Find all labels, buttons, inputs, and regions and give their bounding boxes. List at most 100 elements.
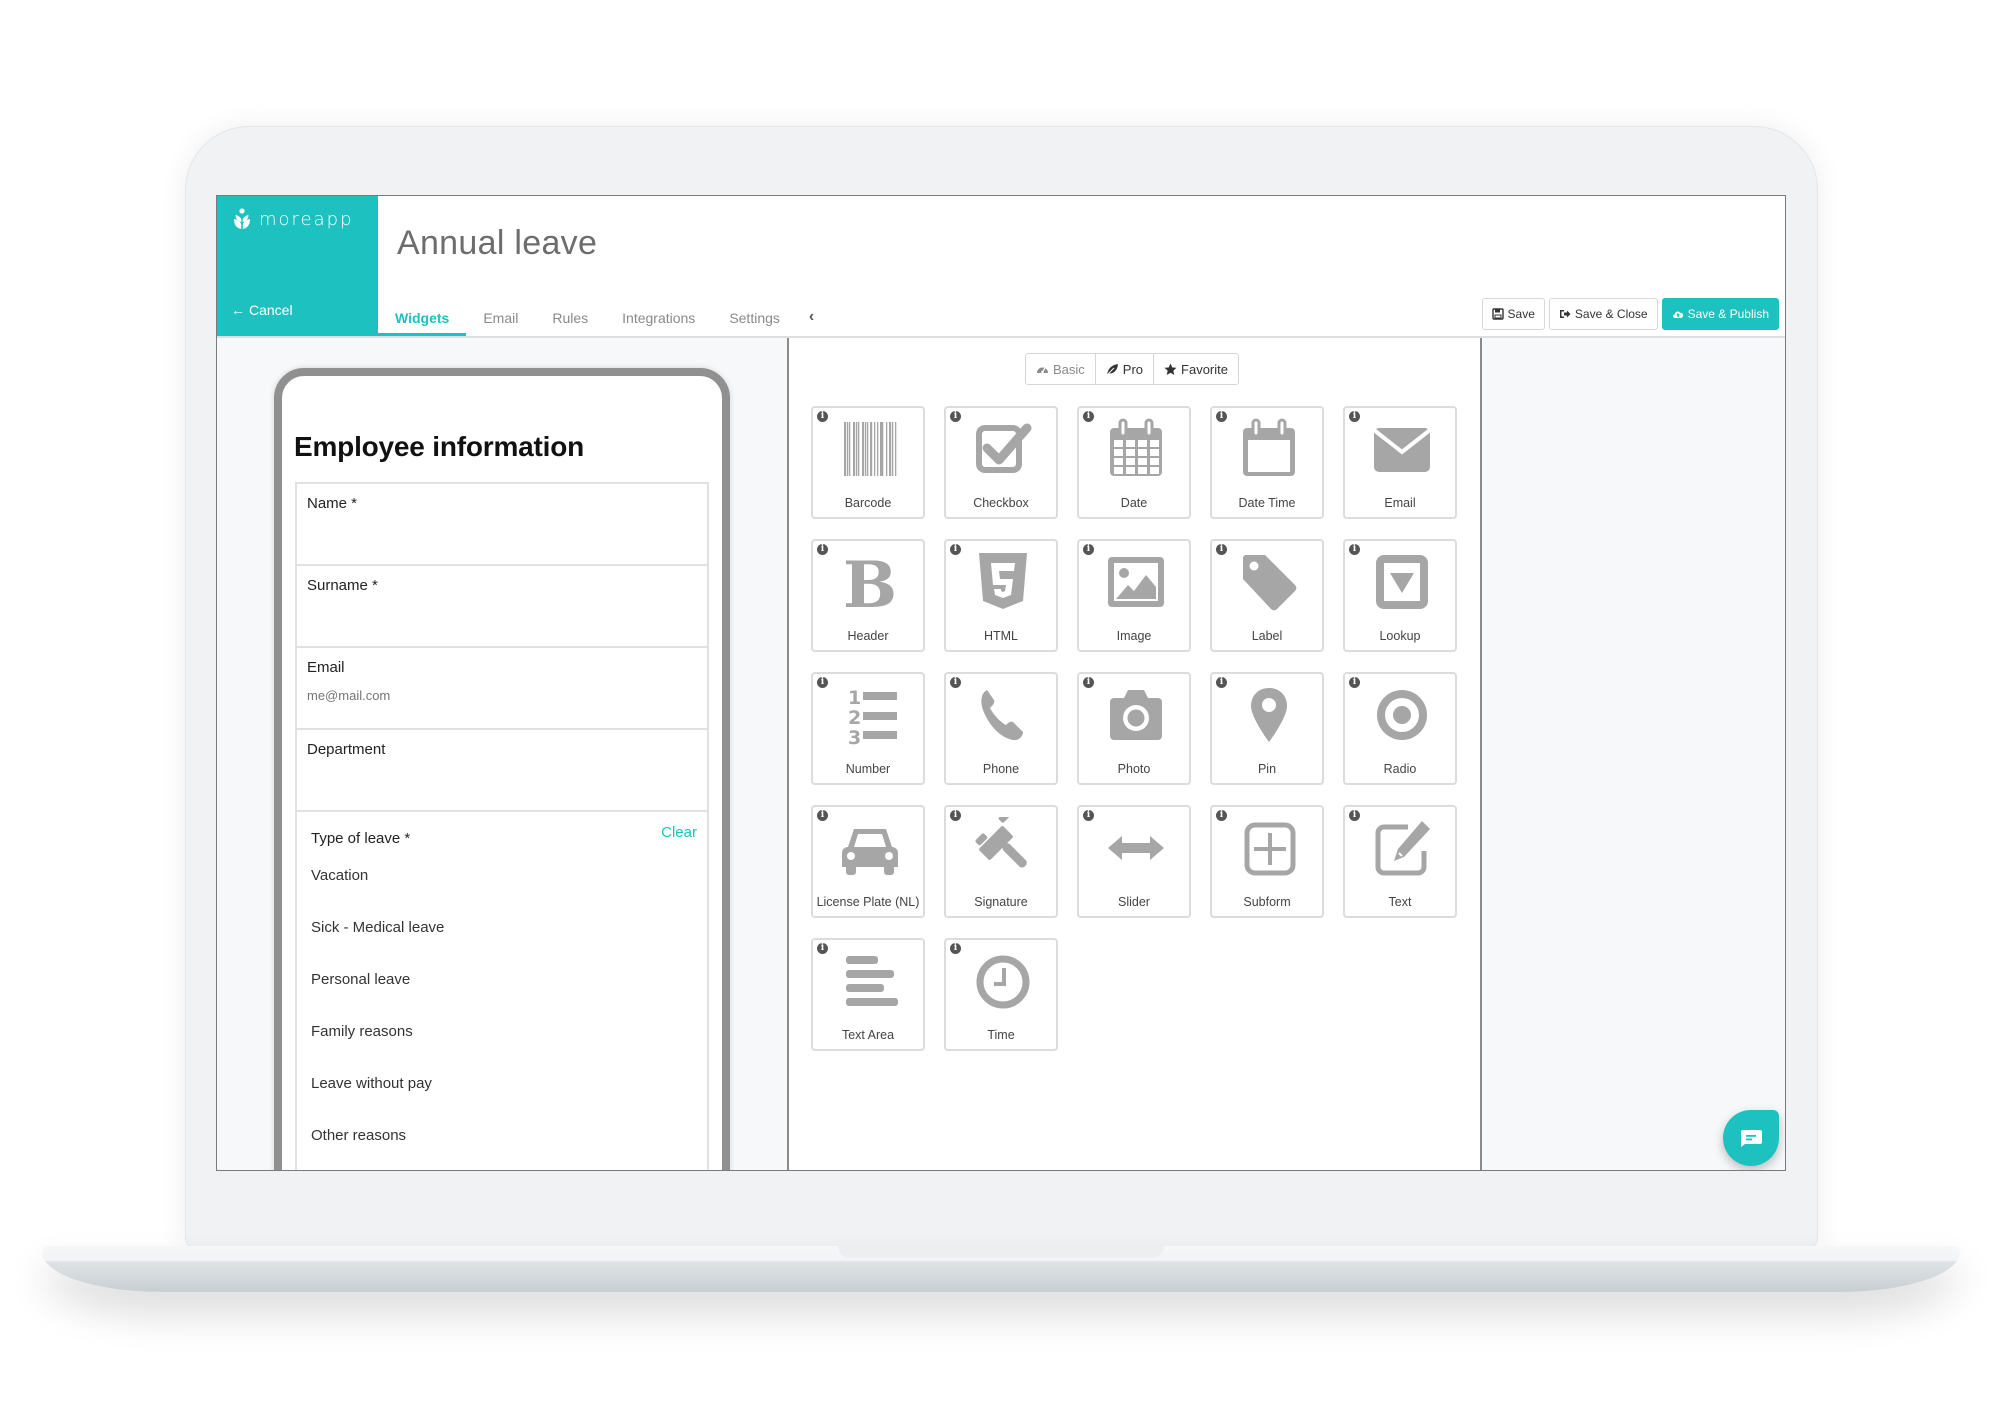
radio-option[interactable]: Other reasons [311, 1107, 693, 1159]
widget-tile-label: Text Area [841, 1028, 895, 1042]
save-publish-button[interactable]: Save & Publish [1661, 298, 1779, 330]
tag-icon [1243, 555, 1297, 611]
widget-tile-label: Slider [1118, 895, 1150, 909]
cancel-label: Cancel [249, 302, 293, 318]
chevron-left-icon[interactable]: ‹ [797, 302, 822, 336]
numbered-list-icon: 123 [848, 687, 897, 746]
widget-tile-date-time[interactable]: i Date Time [1210, 406, 1324, 519]
map-pin-icon [1251, 688, 1287, 742]
checkbox-icon [976, 423, 1032, 473]
widget-tile-lookup[interactable]: i Lookup [1343, 539, 1457, 652]
widget-tile-radio[interactable]: i Radio [1343, 672, 1457, 785]
widget-tile-photo[interactable]: i Photo [1077, 672, 1191, 785]
info-icon[interactable]: i [950, 411, 961, 422]
field-department[interactable]: Department [297, 730, 707, 812]
cancel-button[interactable]: ← Cancel [231, 302, 293, 318]
preview-form-title: Employee information [294, 431, 585, 462]
category-label: Basic [1053, 361, 1085, 377]
info-icon[interactable]: i [1216, 677, 1227, 688]
info-icon[interactable]: i [1216, 411, 1227, 422]
radio-option[interactable]: Sick - Medical leave [311, 899, 693, 951]
widget-tile-label: Header [847, 629, 889, 643]
field-name[interactable]: Name * [297, 484, 707, 566]
email-input[interactable] [307, 688, 697, 703]
widget-tile-image[interactable]: i Image [1077, 539, 1191, 652]
info-icon[interactable]: i [950, 677, 961, 688]
widget-tile-label: Date [1120, 496, 1148, 510]
tab-settings[interactable]: Settings [712, 302, 797, 336]
radio-group-label: Type of leave * [311, 830, 411, 847]
widget-tile-signature[interactable]: i Signature [944, 805, 1058, 918]
category-basic[interactable]: Basic [1026, 354, 1096, 384]
field-label: Email [307, 659, 345, 676]
calendar-icon [1110, 418, 1162, 476]
widget-tile-label: Time [987, 1028, 1015, 1042]
info-icon[interactable]: i [817, 810, 828, 821]
widget-tile-subform[interactable]: i Subform [1210, 805, 1324, 918]
info-icon[interactable]: i [950, 810, 961, 821]
clear-button[interactable]: Clear [661, 824, 697, 841]
widget-tile-barcode[interactable]: i Barcode [811, 406, 925, 519]
widget-tile-license-plate-nl[interactable]: i License Plate (NL) [811, 805, 925, 918]
info-icon[interactable]: i [817, 943, 828, 954]
widget-tile-header[interactable]: i B Header [811, 539, 925, 652]
name-input[interactable] [307, 524, 697, 539]
widget-tile-date[interactable]: i Date [1077, 406, 1191, 519]
widget-tile-text-area[interactable]: i Text Area [811, 938, 925, 1051]
tab-email[interactable]: Email [466, 302, 535, 336]
tab-widgets[interactable]: Widgets [378, 302, 467, 336]
info-icon[interactable]: i [1083, 810, 1094, 821]
info-icon[interactable]: i [950, 943, 961, 954]
widget-tile-pin[interactable]: i Pin [1210, 672, 1324, 785]
widget-tile-email[interactable]: i Email [1343, 406, 1457, 519]
brand-panel: moreapp ← Cancel [217, 196, 378, 336]
widget-tile-label: Radio [1383, 762, 1417, 776]
save-close-button[interactable]: Save & Close [1548, 298, 1658, 330]
radio-option[interactable]: Leave without pay [311, 1055, 693, 1107]
department-input[interactable] [307, 770, 697, 785]
widget-tile-checkbox[interactable]: i Checkbox [944, 406, 1058, 519]
category-pro[interactable]: Pro [1096, 354, 1155, 384]
widget-tile-label: Pin [1257, 762, 1277, 776]
info-icon[interactable]: i [1083, 677, 1094, 688]
phone-frame: Employee information Name * Surname * Em… [274, 368, 730, 1170]
app-screen: moreapp ← Cancel Annual leave Widgets Em… [216, 195, 1786, 1171]
category-favorite[interactable]: Favorite [1154, 354, 1238, 384]
info-icon[interactable]: i [817, 677, 828, 688]
info-icon[interactable]: i [1349, 810, 1360, 821]
radio-option[interactable]: Vacation [311, 847, 693, 899]
info-icon[interactable]: i [1083, 411, 1094, 422]
field-email[interactable]: Email [297, 648, 707, 730]
widget-tile-phone[interactable]: i Phone [944, 672, 1058, 785]
chat-icon [1740, 1130, 1762, 1147]
info-icon[interactable]: i [817, 544, 828, 555]
widget-tile-time[interactable]: i Time [944, 938, 1058, 1051]
widget-tile-label: Email [1384, 496, 1416, 510]
radio-option[interactable]: Personal leave [311, 951, 693, 1003]
tab-rules[interactable]: Rules [535, 302, 605, 336]
surname-input[interactable] [307, 606, 697, 621]
info-icon[interactable]: i [1216, 544, 1227, 555]
widget-tile-label[interactable]: i Label [1210, 539, 1324, 652]
info-icon[interactable]: i [817, 411, 828, 422]
chat-button[interactable] [1723, 1110, 1779, 1166]
info-icon[interactable]: i [1349, 411, 1360, 422]
info-icon[interactable]: i [1349, 544, 1360, 555]
info-icon[interactable]: i [1349, 677, 1360, 688]
info-icon[interactable]: i [1216, 810, 1227, 821]
widget-tile-html[interactable]: i HTML [944, 539, 1058, 652]
save-button[interactable]: Save [1481, 298, 1545, 330]
widget-tile-slider[interactable]: i Slider [1077, 805, 1191, 918]
widget-tile-text[interactable]: i Text [1343, 805, 1457, 918]
info-icon[interactable]: i [1083, 544, 1094, 555]
plus-square-icon [1244, 822, 1296, 876]
widget-tile-number[interactable]: i 1 2 3 Number [811, 672, 925, 785]
radio-option[interactable]: Family reasons [311, 1003, 693, 1055]
tab-integrations[interactable]: Integrations [605, 302, 712, 336]
field-surname[interactable]: Surname * [297, 566, 707, 648]
category-label: Favorite [1181, 361, 1228, 377]
category-label: Pro [1122, 361, 1144, 377]
info-icon[interactable]: i [950, 544, 961, 555]
html5-icon [979, 553, 1027, 609]
header-actions: Save Save & Close Save & Publish [1481, 298, 1779, 330]
